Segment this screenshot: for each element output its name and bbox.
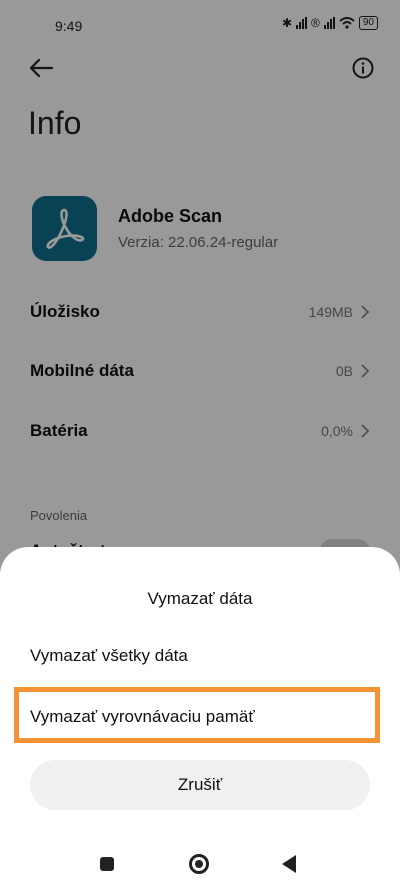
navigation-bar — [0, 840, 400, 888]
clear-data-dialog: Vymazať dáta Vymazať všetky dáta Vymazať… — [0, 547, 400, 889]
clear-all-data-option[interactable]: Vymazať všetky dáta — [30, 646, 188, 666]
recents-icon[interactable] — [100, 857, 114, 871]
dialog-title: Vymazať dáta — [147, 589, 253, 608]
home-icon[interactable] — [189, 854, 209, 874]
nav-back-icon[interactable] — [282, 855, 296, 873]
clear-cache-option[interactable]: Vymazať vyrovnávaciu pamäť — [30, 707, 255, 727]
cancel-button[interactable]: Zrušiť — [30, 760, 370, 810]
